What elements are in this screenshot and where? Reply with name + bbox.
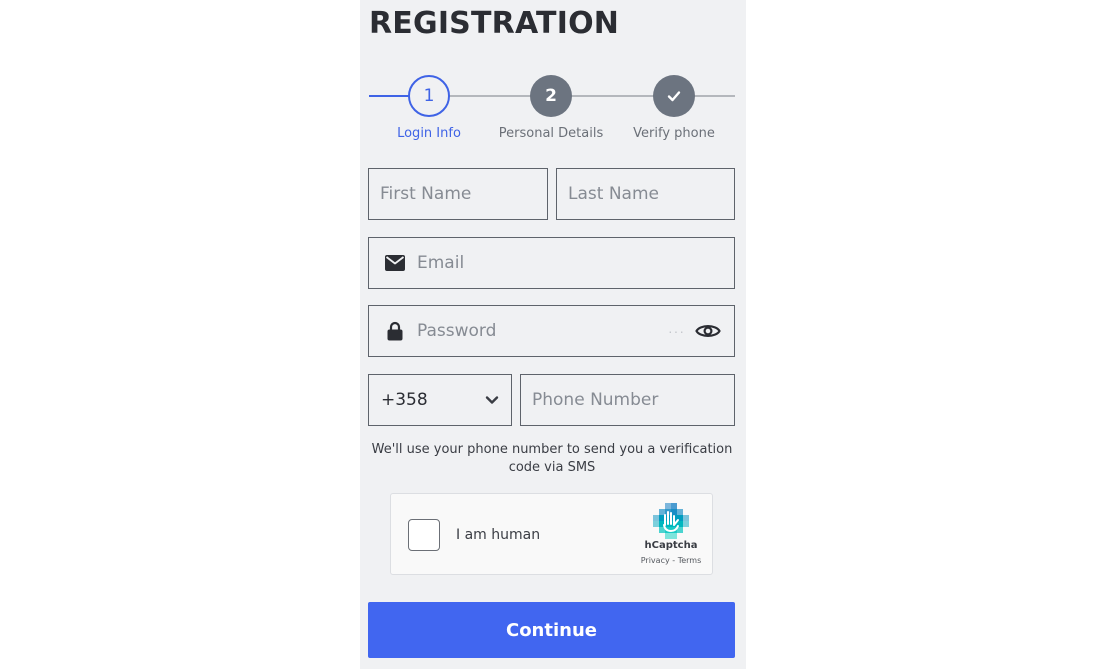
continue-button[interactable]: Continue xyxy=(368,602,735,658)
first-name-input[interactable] xyxy=(369,169,547,219)
lock-icon xyxy=(384,320,406,342)
password-input[interactable] xyxy=(406,306,668,356)
email-field xyxy=(368,237,735,289)
step-2-circle: 2 xyxy=(530,75,572,117)
phone-hint-text: We'll use your phone number to send you … xyxy=(371,442,733,475)
hcaptcha-brand: hCaptcha xyxy=(644,540,698,551)
step-2-label: Personal Details xyxy=(498,126,604,141)
country-code-value: +358 xyxy=(381,390,428,410)
country-code-select[interactable]: +358 xyxy=(368,374,512,426)
captcha-label: I am human xyxy=(456,527,541,543)
phone-number-field xyxy=(520,374,735,426)
phone-number-input[interactable] xyxy=(521,375,734,425)
chevron-down-icon xyxy=(484,392,500,408)
check-icon xyxy=(667,91,681,102)
password-manager-dots[interactable]: ··· xyxy=(668,323,685,339)
hcaptcha-logo-icon xyxy=(653,503,689,539)
captcha-link-separator: - xyxy=(669,556,678,565)
captcha-terms-link[interactable]: Terms xyxy=(678,556,702,565)
captcha-links: Privacy - Terms xyxy=(636,556,706,565)
password-field: ··· xyxy=(368,305,735,357)
step-3-circle xyxy=(653,75,695,117)
step-1-circle: 1 xyxy=(408,75,450,117)
last-name-input[interactable] xyxy=(557,169,734,219)
email-input[interactable] xyxy=(406,238,734,288)
first-name-field xyxy=(368,168,548,220)
step-1-label: Login Info xyxy=(397,126,461,141)
envelope-icon xyxy=(384,252,406,274)
captcha-privacy-link[interactable]: Privacy xyxy=(641,556,670,565)
hcaptcha-widget: I am human hCaptcha Privacy - Terms xyxy=(390,493,713,575)
captcha-checkbox[interactable] xyxy=(408,519,440,551)
page-title: REGISTRATION xyxy=(369,6,620,41)
last-name-field xyxy=(556,168,735,220)
step-3-label: Verify phone xyxy=(633,126,715,141)
progress-stepper: 1 2 Login Info Personal Details Verify p… xyxy=(369,74,735,144)
registration-panel: REGISTRATION 1 2 Login Info Personal Det… xyxy=(360,0,746,669)
eye-icon[interactable] xyxy=(695,318,721,344)
